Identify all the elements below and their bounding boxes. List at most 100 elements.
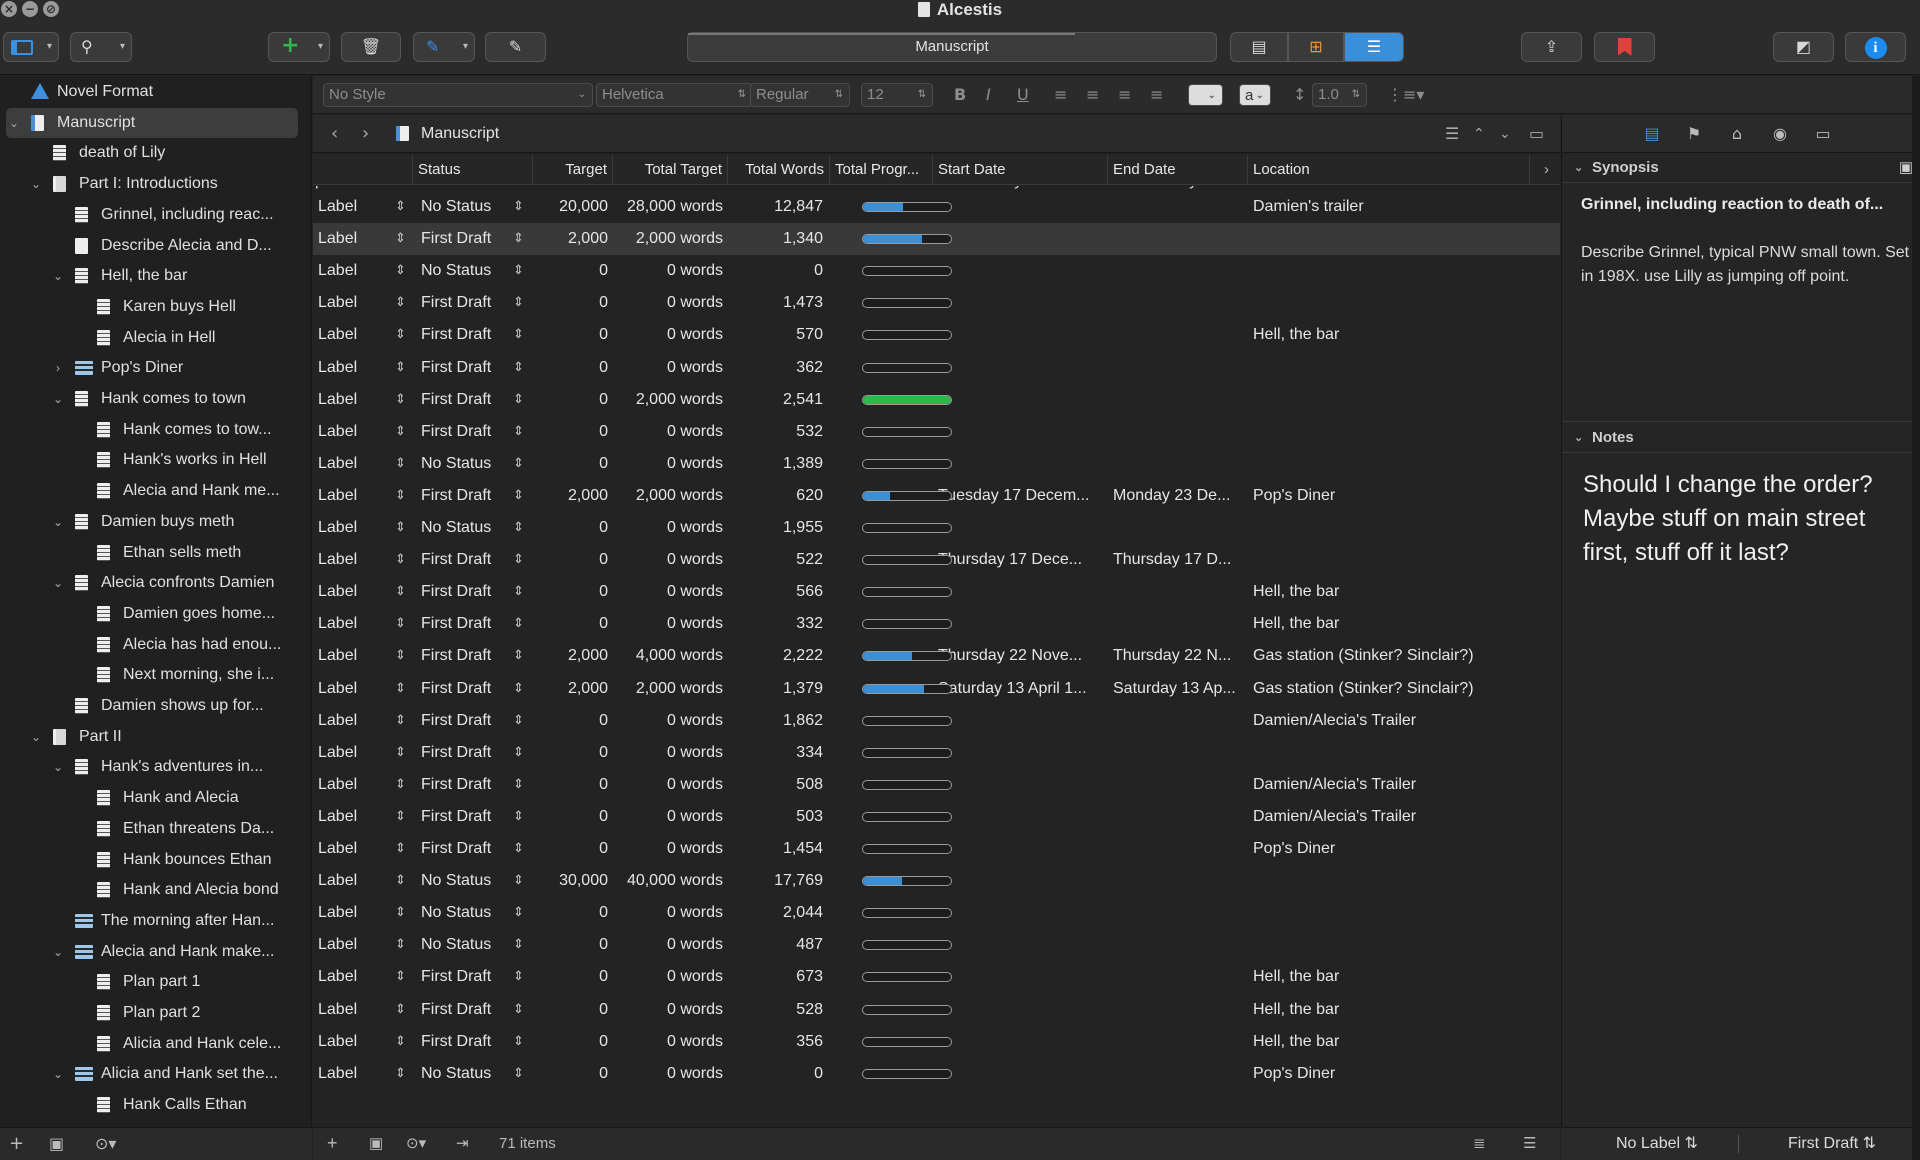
binder-item[interactable]: Next morning, she i... [0, 660, 311, 690]
table-row[interactable]: Label First Draft 0 0 words 566 Hell, the bar… [313, 576, 1560, 608]
weight-select[interactable]: Regular ⇅ [750, 83, 850, 107]
table-row[interactable]: Label First Draft 2,000 2,000 words 1,340 ⇕ ⇕ [313, 223, 1560, 256]
table-row[interactable]: Label First Draft 0 0 words 362 ⇕ ⇕ [313, 352, 1560, 384]
status-stepper-icon[interactable]: ⇕ [513, 448, 524, 480]
status-stepper-icon[interactable]: ⇕ [513, 1058, 524, 1090]
label-stepper-icon[interactable]: ⇕ [395, 191, 406, 223]
binder-item[interactable]: ⌄ Hell, the bar [0, 261, 311, 291]
font-select[interactable]: Helvetica ⇅ [596, 83, 753, 107]
binder-item[interactable]: Alicia and Hank cele... [0, 1029, 311, 1059]
table-row[interactable]: Label First Draft 0 0 words 1,862 Damien/Alec… [313, 705, 1560, 737]
snapshots-tab-icon[interactable]: ◉ [1770, 124, 1790, 144]
label-stepper-icon[interactable]: ⇕ [395, 319, 406, 351]
binder-item[interactable]: Alecia has had enou... [0, 630, 311, 660]
table-row[interactable]: Label First Draft 2,000 2,000 words 620 Tuesd… [313, 480, 1560, 512]
binder-item[interactable]: ⌄ Part I: Introductions [0, 169, 311, 199]
label-stepper-icon[interactable]: ⇕ [395, 865, 406, 897]
chevron-right-icon[interactable]: › [51, 353, 65, 383]
previous-document-icon[interactable]: ⌃ [1473, 115, 1485, 153]
binder-item[interactable]: ⌄ Damien buys meth [0, 507, 311, 537]
column-header-location[interactable]: Location [1248, 155, 1530, 185]
column-header-target[interactable]: Target [533, 155, 613, 185]
forward-arrow-icon[interactable]: › [362, 115, 369, 153]
chevron-down-icon[interactable]: ⌄ [29, 722, 43, 752]
binder-item[interactable]: Hank and Alecia [0, 783, 311, 813]
status-stepper-icon[interactable]: ⇕ [513, 737, 524, 769]
status-stepper-icon[interactable]: ⇕ [513, 223, 524, 255]
label-stepper-icon[interactable]: ⇕ [395, 608, 406, 640]
align-right-icon[interactable]: ≡ [1118, 83, 1131, 107]
label-stepper-icon[interactable]: ⇕ [395, 994, 406, 1026]
corkboard-view-button[interactable]: ⊞ [1288, 32, 1344, 62]
binder-item[interactable]: Hank's works in Hell [0, 445, 311, 475]
chevron-down-icon[interactable]: ⌄ [29, 169, 43, 199]
chevron-down-icon[interactable]: ⌄ [7, 108, 21, 138]
chevron-down-icon[interactable]: ⌄ [51, 937, 65, 967]
bold-button[interactable]: B [954, 83, 966, 107]
label-stepper-icon[interactable]: ⇕ [395, 640, 406, 672]
align-justify-icon[interactable]: ≡ [1150, 83, 1163, 107]
image-icon[interactable]: ▣ [1899, 153, 1913, 183]
binder-item[interactable]: ⌄ Hank's adventures in... [0, 752, 311, 782]
chevron-down-icon[interactable]: ⌄ [51, 568, 65, 598]
label-stepper-icon[interactable]: ⇕ [395, 255, 406, 287]
table-row[interactable]: Label First Draft 0 0 words 356 Hell, the bar… [313, 1026, 1560, 1058]
status-stepper-icon[interactable]: ⇕ [513, 929, 524, 961]
chevron-down-icon[interactable]: ⌄ [51, 384, 65, 414]
status-stepper-icon[interactable]: ⇕ [513, 576, 524, 608]
add-folder-icon[interactable]: ▣ [49, 1128, 64, 1159]
binder-item[interactable]: Alecia and Hank me... [0, 476, 311, 506]
status-stepper-icon[interactable]: ⇕ [513, 801, 524, 833]
add-folder-icon[interactable]: ▣ [369, 1128, 383, 1159]
actions-icon[interactable]: ⊙▾ [406, 1128, 426, 1159]
status-stepper-icon[interactable]: ⇕ [513, 769, 524, 801]
outliner-view-button[interactable]: ☰ [1344, 32, 1404, 62]
table-row[interactable]: Label First Draft 0 0 words 334 ⇕ ⇕ [313, 737, 1560, 769]
label-stepper-icon[interactable]: ⇕ [395, 1058, 406, 1090]
binder-item[interactable]: Grinnel, including reac... [0, 200, 311, 230]
binder-item[interactable]: Plan part 1 [0, 967, 311, 997]
chevron-down-icon[interactable]: ⌄ [51, 752, 65, 782]
inspector-button[interactable]: i [1845, 32, 1906, 62]
notes-section-header[interactable]: ⌄ Notes [1562, 423, 1920, 453]
comments-tab-icon[interactable]: ▭ [1813, 124, 1833, 144]
table-row[interactable]: Label No Status 20,000 28,000 words 12,847 ⇕ ⇕ [313, 191, 1560, 223]
bookmark-button[interactable] [1594, 32, 1655, 62]
binder-item[interactable]: The morning after Han... [0, 906, 311, 936]
binder-item[interactable]: Hank and Alecia bond [0, 875, 311, 905]
label-stepper-icon[interactable]: ⇕ [395, 1026, 406, 1058]
table-row[interactable]: Label First Draft 0 0 words 1,473 ⇕ ⇕ [313, 287, 1560, 319]
table-row[interactable]: Label No Status 0 0 words 1,389 ⇕ ⇕ [313, 448, 1560, 480]
notes-text[interactable]: Should I change the order? Maybe stuff o… [1583, 468, 1903, 570]
metadata-tab-icon[interactable]: ⌂ [1727, 124, 1747, 144]
column-header-total-words[interactable]: Total Words [728, 155, 830, 185]
status-stepper-icon[interactable]: ⇕ [513, 640, 524, 672]
label-stepper-icon[interactable]: ⇕ [395, 480, 406, 512]
table-row[interactable]: Label No Status 0 0 words 0 ⇕ ⇕ [313, 255, 1560, 287]
status-stepper-icon[interactable]: ⇕ [513, 994, 524, 1026]
column-header-start-date[interactable]: Start Date [933, 155, 1108, 185]
binder-item[interactable]: ⌄ Alicia and Hank set the... [0, 1059, 311, 1089]
status-stepper-icon[interactable]: ⇕ [513, 416, 524, 448]
column-header-total-target[interactable]: Total Target [613, 155, 728, 185]
add-item-icon[interactable]: + [327, 1128, 338, 1159]
label-stepper-icon[interactable]: ⇕ [395, 416, 406, 448]
chevron-down-icon[interactable]: ⌄ [51, 1059, 65, 1089]
binder-item[interactable]: Karen buys Hell [0, 292, 311, 322]
table-row[interactable]: Label No Status 0 0 words 487 ⇕ ⇕ [313, 929, 1560, 961]
binder-item[interactable]: death of Lily [0, 138, 311, 168]
column-header-status[interactable]: Status [413, 155, 533, 185]
sidebar-toggle-button[interactable]: ▾ [3, 32, 59, 62]
status-stepper-icon[interactable]: ⇕ [513, 705, 524, 737]
binder-item[interactable]: ⌄ Hank comes to town [0, 384, 311, 414]
status-stepper-icon[interactable]: ⇕ [513, 512, 524, 544]
binder-item[interactable]: Damien shows up for... [0, 691, 311, 721]
binder-item[interactable]: Alecia in Hell [0, 323, 311, 353]
label-stepper-icon[interactable]: ⇕ [395, 769, 406, 801]
status-stepper-icon[interactable]: ⇕ [513, 319, 524, 351]
bookmarks-tab-icon[interactable]: ⚑ [1684, 124, 1704, 144]
attach-button[interactable]: ✎ ▾ [413, 32, 475, 62]
status-stepper-icon[interactable]: ⇕ [513, 961, 524, 993]
font-size-select[interactable]: 12 ⇅ [861, 83, 933, 107]
synopsis-text[interactable]: Describe Grinnel, typical PNW small town… [1581, 241, 1911, 289]
